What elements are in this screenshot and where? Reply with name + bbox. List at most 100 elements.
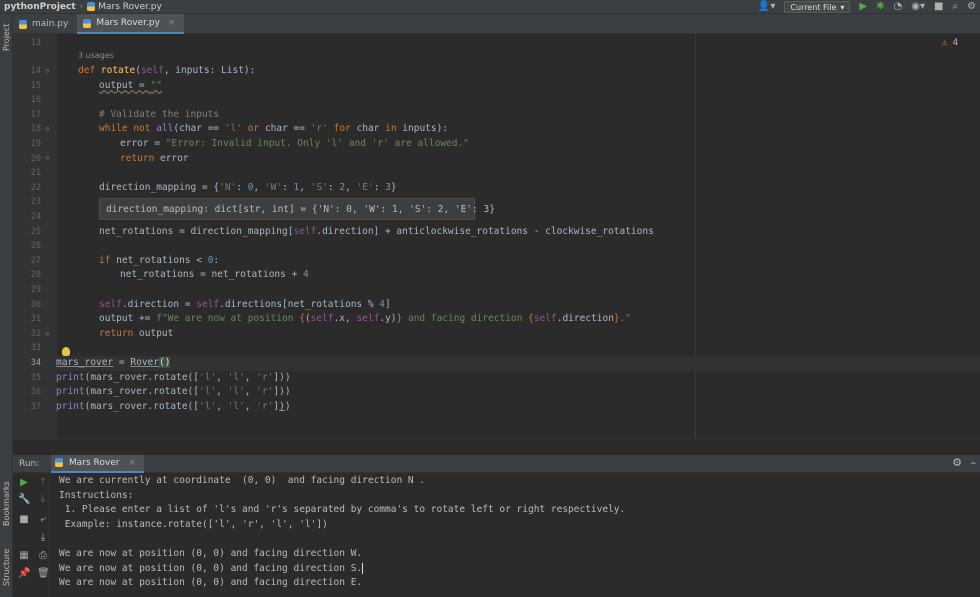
line-number: 16 <box>30 95 41 106</box>
run-panel: Run: Mars Rover × ⚙ – ▶ ↑ 🔧 ↓ ■ ⤶ ⤓ ▦ ⎙ … <box>13 454 980 597</box>
python-file-icon <box>87 2 96 11</box>
type-hint-text: direction_mapping: dict[str, int] = {'N'… <box>106 203 495 215</box>
run-icon[interactable]: ▶ <box>859 0 867 14</box>
editor-tabs: main.py Mars Rover.py × <box>13 14 980 34</box>
console-output[interactable]: We are currently at coordinate (0, 0) an… <box>59 474 625 591</box>
code-line: output = "" <box>99 79 162 91</box>
project-tool-tab[interactable]: Project <box>0 20 13 54</box>
line-number: 22 <box>30 182 41 193</box>
stop-icon[interactable]: ■ <box>934 0 943 14</box>
left-tool-strip: Project Bookmarks Structure <box>0 14 13 597</box>
line-number: 30 <box>30 299 41 310</box>
run-configuration-label: Current File <box>790 2 837 12</box>
current-line-highlight <box>57 356 980 371</box>
code-line: output += f"We are now at position {(sel… <box>99 313 632 325</box>
code-line: # Validate the inputs <box>99 108 220 120</box>
close-icon[interactable]: × <box>128 458 136 468</box>
tab-mars-rover-py[interactable]: Mars Rover.py × <box>77 14 185 34</box>
line-number: 35 <box>30 372 41 383</box>
code-line: self.direction = self.directions[net_rot… <box>99 298 391 310</box>
toolbar: 👤▾ Current File ▾ ▶ ✱ ◔ ◉▾ ■ ⌕ ⚙ <box>758 0 980 14</box>
down-arrow-icon[interactable]: ↓ <box>37 494 49 505</box>
rerun-icon[interactable]: ▶ <box>18 477 30 488</box>
fold-marker-icon[interactable]: ⊖ <box>45 330 49 338</box>
structure-tool-tab[interactable]: Structure <box>0 544 13 590</box>
line-number: 15 <box>30 80 41 91</box>
up-arrow-icon[interactable]: ↑ <box>37 477 49 488</box>
title-bar: pythonProject › Mars Rover.py 👤▾ Current… <box>0 0 980 14</box>
console-line: 1. Please enter a list of 'l's and 'r's … <box>59 504 626 516</box>
line-number: 23 <box>30 197 41 208</box>
code-line: net_rotations = direction_mapping[self.d… <box>99 225 654 237</box>
code-line: def rotate(self, inputs: List): <box>78 65 256 76</box>
fold-marker-icon[interactable]: ⊖ <box>45 154 49 162</box>
fold-marker-icon[interactable]: ⊖ <box>45 125 49 133</box>
coverage-icon[interactable]: ◔ <box>893 0 902 14</box>
line-number: 27 <box>30 255 41 266</box>
type-hint-popup: direction_mapping: dict[str, int] = {'N'… <box>99 198 495 220</box>
settings-icon[interactable]: ⚙ <box>967 0 976 14</box>
code-line: return output <box>99 327 174 339</box>
breadcrumb-project[interactable]: pythonProject <box>4 2 76 12</box>
profile-icon[interactable]: ◉▾ <box>911 0 925 14</box>
trash-icon[interactable]: 🗑 <box>37 568 50 579</box>
code-editor[interactable]: 13 14 15 16 17 18 19 20 21 22 23 24 25 2… <box>13 34 980 439</box>
console-line: Example: instance.rotate(['l', 'r', 'l',… <box>59 518 328 530</box>
run-label: Run: <box>19 458 40 469</box>
breadcrumb-separator-icon: › <box>79 1 84 12</box>
console-line: Instructions: <box>59 489 134 501</box>
soft-wrap-icon[interactable]: ⤶ <box>37 514 49 525</box>
pin-icon[interactable]: 📌 <box>18 568 30 579</box>
tab-main-py[interactable]: main.py <box>13 14 77 34</box>
line-number: 17 <box>30 109 41 120</box>
line-number: 24 <box>30 212 41 222</box>
code-line: print(mars_rover.rotate(['l', 'l', 'r'])… <box>56 371 291 383</box>
usages-hint[interactable]: 3 usages <box>78 51 114 60</box>
scroll-to-end-icon[interactable]: ⤓ <box>37 532 49 543</box>
layout-icon[interactable]: ▦ <box>18 550 30 561</box>
print-icon[interactable]: ⎙ <box>37 550 49 561</box>
text-caret <box>362 562 364 574</box>
code-line: while not all(char == 'l' or char == 'r'… <box>99 123 449 135</box>
close-icon[interactable]: × <box>168 18 176 28</box>
line-number: 33 <box>30 343 41 354</box>
console-line: We are currently at coordinate (0, 0) an… <box>59 475 426 486</box>
run-toolbar: ▶ ↑ 🔧 ↓ ■ ⤶ ⤓ ▦ ⎙ 📌 🗑 <box>13 473 50 597</box>
code-line: print(mars_rover.rotate(['l', 'l', 'r'])… <box>56 400 291 412</box>
code-line: mars_rover = Rover() <box>56 357 171 368</box>
more-options-icon[interactable]: ⋮ <box>460 204 470 215</box>
breadcrumb-file[interactable]: Mars Rover.py <box>98 2 162 12</box>
debug-icon[interactable]: ✱ <box>876 0 884 14</box>
line-number: 20 <box>30 153 41 164</box>
user-icon[interactable]: 👤▾ <box>758 0 775 14</box>
minimize-icon[interactable]: – <box>971 456 977 469</box>
warnings-indicator[interactable]: ⚠ 4 <box>942 38 958 48</box>
python-file-icon <box>83 18 92 28</box>
chevron-down-icon: ▾ <box>840 2 845 12</box>
search-icon[interactable]: ⌕ <box>952 0 958 14</box>
right-margin-guide <box>695 34 696 439</box>
console-line-text: We are now at position (0, 0) and facing… <box>59 562 363 574</box>
stop-icon[interactable]: ■ <box>18 514 30 525</box>
line-number: 19 <box>30 139 41 149</box>
line-number: 31 <box>30 314 41 325</box>
lightbulb-icon[interactable] <box>62 347 70 356</box>
fold-marker-icon[interactable]: ⊖ <box>45 67 49 75</box>
run-tab-mars-rover[interactable]: Mars Rover × <box>51 454 144 473</box>
line-number: 21 <box>30 168 41 179</box>
panel-divider[interactable] <box>13 439 980 455</box>
line-number: 25 <box>30 226 41 237</box>
line-number: 13 <box>30 38 41 48</box>
bookmarks-tool-tab[interactable]: Bookmarks <box>0 480 13 528</box>
run-configuration-select[interactable]: Current File ▾ <box>784 1 851 13</box>
line-number: 18 <box>30 124 41 135</box>
line-number: 32 <box>30 328 41 339</box>
python-file-icon <box>55 458 63 467</box>
python-file-icon <box>19 19 27 29</box>
code-line: print(mars_rover.rotate(['l', 'l', 'r'])… <box>56 386 291 398</box>
line-number: 28 <box>30 270 41 281</box>
wrench-icon[interactable]: 🔧 <box>18 494 30 505</box>
line-number: 34 <box>30 358 41 368</box>
gear-icon[interactable]: ⚙ <box>952 456 962 469</box>
